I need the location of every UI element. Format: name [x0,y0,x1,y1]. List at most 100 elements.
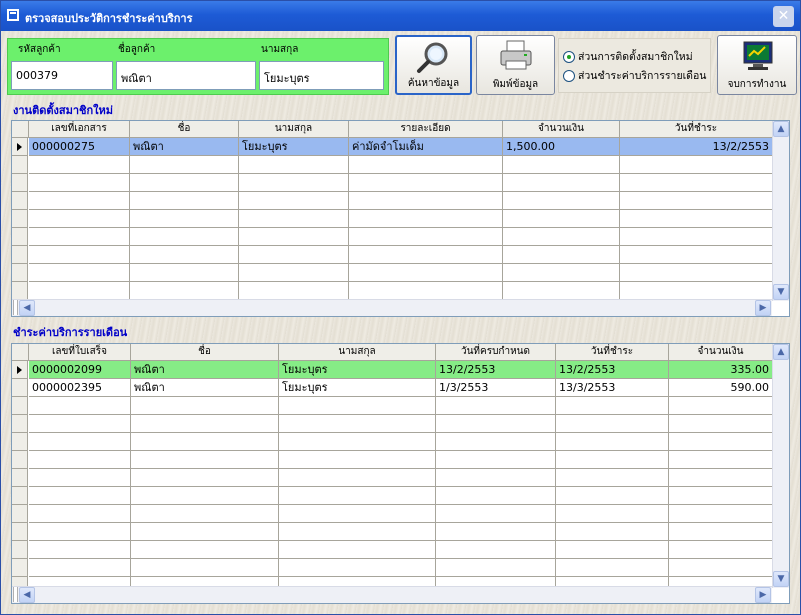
scroll-up-icon[interactable]: ▲ [773,344,789,360]
monthly-due-date-cell[interactable]: 13/2/2553 [436,361,556,378]
monthly-vertical-scrollbar[interactable]: ▲ ▼ [772,344,789,588]
install-grid-header: เลขที่เอกสาร ชื่อ นามสกุล รายละเอียด จำน… [12,121,773,138]
monthly-option-label: ส่วนชำระค่าบริการรายเดือน [578,70,707,82]
monthly-receipt-no-cell[interactable]: 0000002395 [29,379,131,396]
install-col-name[interactable]: ชื่อ [130,121,239,138]
install-col-paid-date[interactable]: วันที่ชำระ [620,121,773,138]
monthly-name-cell[interactable]: พณิตา [131,379,279,396]
monthly-col-paid-date[interactable]: วันที่ชำระ [556,344,669,361]
table-row[interactable] [29,397,773,415]
monthly-option[interactable]: ส่วนชำระค่าบริการรายเดือน [563,67,707,82]
magnifier-icon [417,42,448,73]
table-row[interactable] [29,523,773,541]
customer-name-label: ชื่อลูกค้า [118,44,156,55]
install-doc-no-cell[interactable]: 000000275 [29,138,130,155]
install-col-surname[interactable]: นามสกุล [239,121,349,138]
monthly-surname-cell[interactable]: โยมะบุตร [279,361,436,378]
monthly-paid-date-cell[interactable]: 13/3/2553 [556,379,669,396]
customer-surname-field[interactable]: โยมะบุตร [259,61,384,90]
monthly-paid-date-cell[interactable]: 13/2/2553 [556,361,669,378]
customer-name-field[interactable]: พณิตา [116,61,256,90]
table-row[interactable] [29,451,773,469]
install-horizontal-scrollbar[interactable]: ◀ ▶ [12,299,772,316]
monthly-amount-cell[interactable]: 590.00 [669,379,773,396]
customer-info-panel: รหัสลูกค้า 000379 ชื่อลูกค้า พณิตา นามสก… [7,38,389,95]
table-row[interactable] [29,433,773,451]
monthly-horizontal-scrollbar[interactable]: ◀ ▶ [12,586,772,603]
app-window-icon [7,9,19,21]
exit-button[interactable]: จบการทำงาน [717,35,797,95]
scroll-left-icon[interactable]: ◀ [19,300,35,316]
customer-id-field[interactable]: 000379 [11,61,113,90]
install-paid-date-cell[interactable]: 13/2/2553 [620,138,773,155]
monthly-receipt-no-cell[interactable]: 0000002099 [29,361,131,378]
report-section-options: ส่วนการติดตั้งสมาชิกใหม่ ส่วนชำระค่าบริก… [558,38,711,93]
install-detail-cell[interactable]: ค่ามัดจำโมเด็ม [349,138,503,155]
close-button[interactable]: ✕ [773,6,794,27]
monthly-grid[interactable]: เลขที่ใบเสร็จ ชื่อ นามสกุล วันที่ครบกำหน… [11,343,790,604]
radio-unselected-icon[interactable] [563,70,575,82]
table-row[interactable] [29,156,773,174]
table-row[interactable]: 000000275 พณิตา โยมะบุตร ค่ามัดจำโมเด็ม … [29,138,773,156]
table-row[interactable] [29,264,773,282]
install-amount-cell[interactable]: 1,500.00 [503,138,620,155]
install-grid[interactable]: เลขที่เอกสาร ชื่อ นามสกุล รายละเอียด จำน… [11,120,790,317]
scroll-left-icon[interactable]: ◀ [19,587,35,603]
monthly-col-surname[interactable]: นามสกุล [279,344,436,361]
scroll-thumb[interactable] [13,587,18,602]
table-row[interactable] [29,487,773,505]
install-col-doc-no[interactable]: เลขที่เอกสาร [29,121,130,138]
window-title: ตรวจสอบประวัติการชำระค่าบริการ [25,12,193,25]
monthly-col-due-date[interactable]: วันที่ครบกำหนด [436,344,556,361]
install-row-headers [12,138,28,301]
table-row[interactable] [29,505,773,523]
scroll-thumb[interactable] [13,300,18,315]
table-row[interactable] [29,282,773,300]
monthly-surname-cell[interactable]: โยมะบุตร [279,379,436,396]
monthly-amount-cell[interactable]: 335.00 [669,361,773,378]
install-section-title: งานติดตั้งสมาชิกใหม่ [13,104,114,117]
table-row[interactable] [29,246,773,264]
monthly-name-cell[interactable]: พณิตา [131,361,279,378]
title-bar: ตรวจสอบประวัติการชำระค่าบริการ ✕ [1,1,800,31]
monthly-row-headers [12,361,28,588]
monthly-col-receipt-no[interactable]: เลขที่ใบเสร็จ [29,344,131,361]
monthly-col-name[interactable]: ชื่อ [131,344,279,361]
scroll-up-icon[interactable]: ▲ [773,121,789,137]
install-option-label: ส่วนการติดตั้งสมาชิกใหม่ [578,51,693,63]
scroll-right-icon[interactable]: ▶ [755,300,771,316]
main-window: ตรวจสอบประวัติการชำระค่าบริการ ✕ รหัสลูก… [0,0,801,615]
search-button-label: ค้นหาข้อมูล [407,78,460,89]
print-button[interactable]: พิมพ์ข้อมูล [476,35,555,95]
printer-icon [500,40,532,70]
table-row[interactable] [29,559,773,577]
table-row[interactable] [29,469,773,487]
install-col-amount[interactable]: จำนวนเงิน [503,121,620,138]
install-option[interactable]: ส่วนการติดตั้งสมาชิกใหม่ [563,48,693,63]
scroll-right-icon[interactable]: ▶ [755,587,771,603]
table-row[interactable] [29,174,773,192]
current-row-indicator-icon [12,361,28,379]
install-vertical-scrollbar[interactable]: ▲ ▼ [772,121,789,301]
radio-selected-icon[interactable] [563,51,575,63]
monthly-due-date-cell[interactable]: 1/3/2553 [436,379,556,396]
monthly-section-title: ชำระค่าบริการรายเดือน [13,326,128,339]
scroll-down-icon[interactable]: ▼ [773,571,789,587]
table-row[interactable] [29,210,773,228]
table-row[interactable] [29,192,773,210]
install-col-detail[interactable]: รายละเอียด [349,121,503,138]
table-row[interactable] [29,415,773,433]
install-name-cell[interactable]: พณิตา [130,138,239,155]
search-button[interactable]: ค้นหาข้อมูล [395,35,472,95]
install-surname-cell[interactable]: โยมะบุตร [239,138,349,155]
monthly-grid-header: เลขที่ใบเสร็จ ชื่อ นามสกุล วันที่ครบกำหน… [12,344,773,361]
monthly-col-amount[interactable]: จำนวนเงิน [669,344,773,361]
customer-surname-label: นามสกุล [261,44,299,55]
scroll-down-icon[interactable]: ▼ [773,284,789,300]
table-row[interactable] [29,541,773,559]
customer-id-label: รหัสลูกค้า [18,44,61,55]
table-row[interactable]: 0000002099 พณิตา โยมะบุตร 13/2/2553 13/2… [29,361,773,379]
table-row[interactable] [29,228,773,246]
table-row[interactable]: 0000002395 พณิตา โยมะบุตร 1/3/2553 13/3/… [29,379,773,397]
print-button-label: พิมพ์ข้อมูล [492,79,539,90]
